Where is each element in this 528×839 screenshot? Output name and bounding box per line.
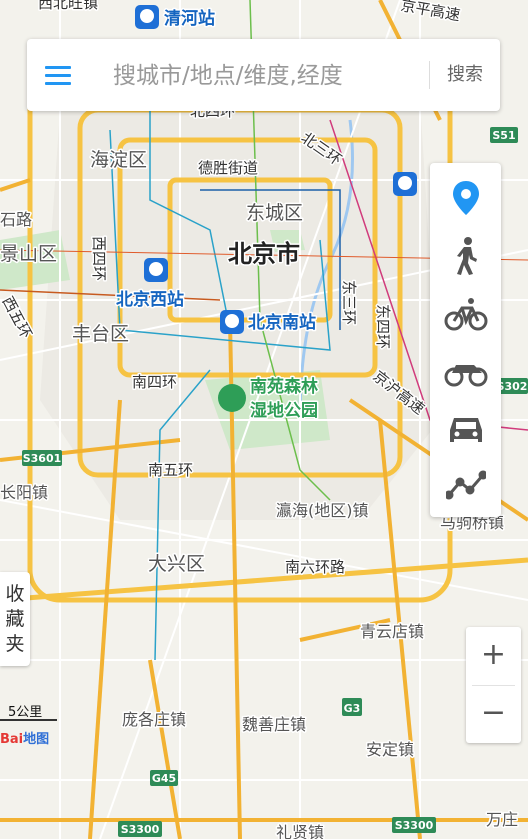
town-label: 魏善庄镇 [242, 715, 306, 734]
car-mode-button[interactable] [430, 401, 501, 459]
baidu-map-logo: Bai地图 [0, 732, 50, 747]
park-icon [218, 384, 246, 412]
road-label: 南五环 [148, 461, 193, 479]
district-label: 大兴区 [148, 553, 205, 575]
town-label: 庞各庄镇 [122, 710, 186, 729]
station-label: 北京西站 [116, 289, 184, 310]
walk-icon [456, 237, 477, 275]
svg-text:G45: G45 [152, 772, 176, 785]
svg-text:S3300: S3300 [121, 823, 160, 836]
zoom-out-button[interactable]: − [466, 685, 521, 743]
svg-text:S3300: S3300 [395, 819, 434, 832]
motorcycle-icon [444, 365, 487, 387]
road-label: 南六环路 [285, 558, 345, 576]
road-label: 东三环 [340, 280, 358, 325]
town-label: 长阳镇 [0, 483, 48, 502]
road-label: 东四环 [374, 304, 392, 349]
location-pin-button[interactable] [430, 169, 501, 227]
menu-icon[interactable] [41, 59, 73, 91]
walk-mode-button[interactable] [430, 227, 501, 285]
town-label: 石路 [0, 210, 32, 229]
zoom-in-button[interactable]: + [466, 627, 521, 685]
route-icon [445, 470, 486, 500]
route-mode-button[interactable] [430, 456, 501, 514]
favorites-label: 收 [5, 583, 25, 605]
svg-text:S302: S302 [497, 380, 528, 393]
search-bar: 搜索 [27, 39, 500, 111]
park-label: 南苑森林 [250, 376, 318, 397]
road-label: 西四环 [90, 236, 108, 281]
bicycle-icon [444, 298, 487, 331]
scale-label: 5公里 [8, 705, 43, 720]
travel-mode-toolbar [430, 163, 501, 517]
park-label: 湿地公园 [250, 400, 318, 421]
zoom-control: + − [466, 627, 521, 743]
map-scale: 5公里 [0, 700, 58, 722]
town-label: 礼贤镇 [276, 823, 324, 839]
town-label: 万庄 [486, 810, 518, 829]
motorcycle-mode-button[interactable] [430, 343, 501, 401]
divider [429, 61, 430, 89]
favorites-button[interactable]: 收 藏 夹 [0, 572, 30, 666]
town-label: 安定镇 [366, 740, 414, 759]
favorites-label: 夹 [5, 633, 25, 655]
city-label: 北京市 [228, 240, 300, 268]
district-label: 丰台区 [72, 323, 129, 345]
road-label: 西北旺镇 [38, 0, 98, 12]
district-label: 景山区 [0, 243, 57, 265]
svg-text:S3601: S3601 [23, 452, 62, 465]
favorites-label: 藏 [5, 608, 25, 630]
road-label: 德胜街道 [198, 159, 258, 177]
road-label: 南四环 [132, 373, 177, 391]
district-label: 东城区 [246, 202, 303, 224]
search-button[interactable]: 搜索 [437, 59, 493, 91]
car-icon [449, 418, 482, 442]
search-input[interactable] [111, 57, 415, 95]
svg-text:S51: S51 [492, 129, 515, 142]
scale-bar [0, 719, 57, 721]
bicycle-mode-button[interactable] [430, 285, 501, 343]
town-label: 瀛海(地区)镇 [276, 501, 369, 520]
district-label: 海淀区 [90, 149, 147, 171]
town-label: 青云店镇 [360, 622, 424, 641]
station-label: 北京南站 [248, 312, 316, 333]
station-label: 清河站 [164, 8, 215, 29]
svg-text:G3: G3 [344, 702, 361, 715]
location-pin-icon [452, 181, 479, 215]
